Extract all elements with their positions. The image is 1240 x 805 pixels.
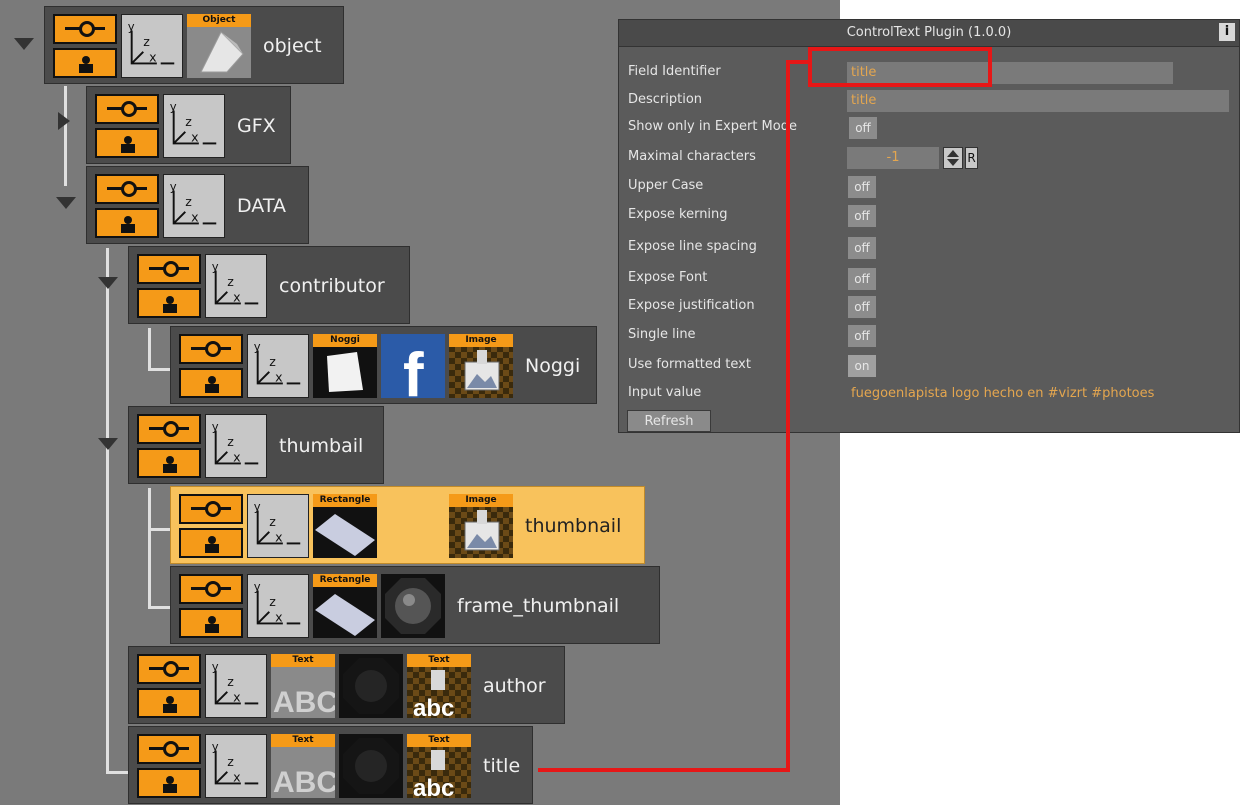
annotation-connector [538,60,808,772]
